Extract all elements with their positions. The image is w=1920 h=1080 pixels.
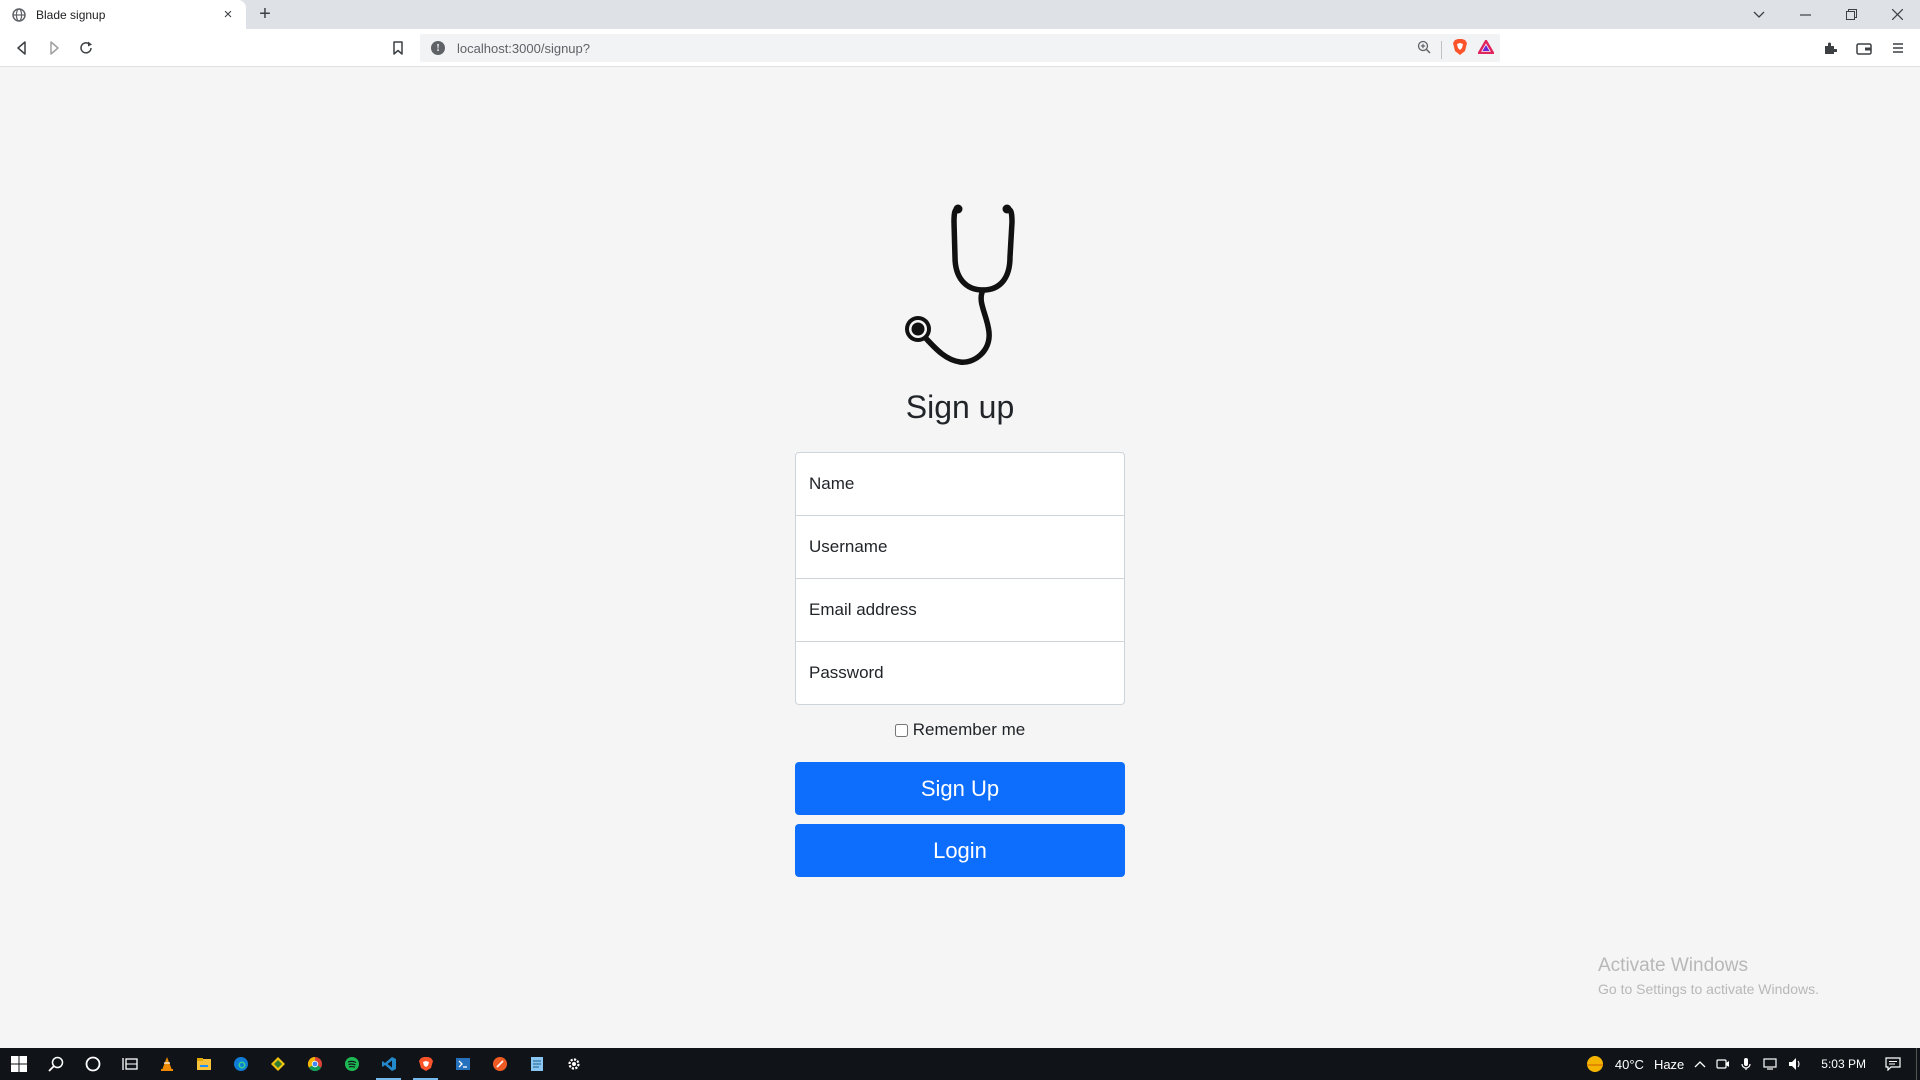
windows-start-icon[interactable]	[0, 1048, 37, 1080]
divider	[1441, 40, 1442, 59]
page-content: Sign up Remember me Sign Up Login Activa…	[0, 67, 1920, 1048]
email-field[interactable]	[795, 578, 1125, 642]
show-desktop[interactable]	[1916, 1048, 1920, 1080]
page-title: Sign up	[905, 389, 1015, 425]
forward-icon[interactable]	[43, 37, 65, 59]
close-window-icon[interactable]	[1874, 0, 1920, 29]
browser-toolbar: ! localhost:3000/signup?	[0, 29, 1920, 67]
address-bar[interactable]: ! localhost:3000/signup?	[420, 34, 1500, 62]
zoom-icon[interactable]	[1417, 40, 1431, 59]
remember-me: Remember me	[795, 720, 1125, 740]
site-info-icon[interactable]: !	[431, 41, 445, 55]
input-group	[795, 452, 1125, 705]
cortana-icon[interactable]	[74, 1048, 111, 1080]
globe-icon	[12, 7, 26, 22]
taskbar: 40°C Haze 5:03 PM	[0, 1048, 1920, 1080]
username-field[interactable]	[795, 515, 1125, 579]
microphone-icon[interactable]	[1740, 1057, 1752, 1071]
spotify-icon[interactable]	[333, 1048, 370, 1080]
bookmark-icon[interactable]	[387, 37, 409, 59]
reload-icon[interactable]	[75, 37, 97, 59]
back-icon[interactable]	[11, 37, 33, 59]
tab-title: Blade signup	[36, 7, 106, 22]
notepad-icon[interactable]	[518, 1048, 555, 1080]
watermark-subtitle: Go to Settings to activate Windows.	[1598, 981, 1819, 997]
new-tab-button[interactable]: +	[254, 3, 276, 25]
wallet-icon[interactable]	[1853, 37, 1875, 59]
tab-strip: Blade signup × +	[0, 0, 1920, 29]
edge-icon[interactable]	[222, 1048, 259, 1080]
chevron-up-icon[interactable]	[1694, 1060, 1706, 1068]
vscode-icon[interactable]	[370, 1048, 407, 1080]
menu-icon[interactable]	[1887, 37, 1909, 59]
remember-label[interactable]: Remember me	[913, 720, 1025, 740]
notifications-icon[interactable]	[1885, 1057, 1901, 1071]
signup-button[interactable]: Sign Up	[795, 762, 1125, 815]
url-text[interactable]: localhost:3000/signup?	[457, 41, 1500, 56]
login-button[interactable]: Login	[795, 824, 1125, 877]
weather-icon[interactable]	[1585, 1054, 1605, 1074]
brave-shields-icon[interactable]	[1452, 38, 1468, 61]
weather-desc[interactable]: Haze	[1654, 1057, 1684, 1072]
meet-now-icon[interactable]	[1716, 1057, 1730, 1071]
name-field[interactable]	[795, 452, 1125, 516]
brave-icon[interactable]	[407, 1048, 444, 1080]
task-view-icon[interactable]	[111, 1048, 148, 1080]
clock[interactable]: 5:03 PM	[1821, 1057, 1866, 1071]
file-explorer-icon[interactable]	[185, 1048, 222, 1080]
network-icon[interactable]	[1762, 1057, 1778, 1071]
volume-icon[interactable]	[1788, 1057, 1804, 1071]
remember-checkbox[interactable]	[894, 723, 908, 737]
vlc-icon[interactable]	[148, 1048, 185, 1080]
postman-icon[interactable]	[481, 1048, 518, 1080]
brave-rewards-icon[interactable]	[1477, 39, 1495, 59]
tab-search-icon[interactable]	[1736, 0, 1782, 29]
watermark-title: Activate Windows	[1598, 955, 1748, 976]
activation-watermark: Activate Windows Go to Settings to activ…	[1598, 955, 1819, 997]
git-icon[interactable]	[259, 1048, 296, 1080]
minimize-icon[interactable]	[1782, 0, 1828, 29]
system-tray: 40°C Haze 5:03 PM	[1580, 1048, 1920, 1080]
password-field[interactable]	[795, 641, 1125, 705]
tab-close-icon[interactable]: ×	[220, 6, 236, 23]
settings-icon[interactable]	[555, 1048, 592, 1080]
stethoscope-icon	[875, 182, 1025, 382]
restore-icon[interactable]	[1828, 0, 1874, 29]
search-icon[interactable]	[37, 1048, 74, 1080]
weather-temp[interactable]: 40°C	[1615, 1057, 1644, 1072]
browser-tab[interactable]: Blade signup ×	[0, 0, 246, 29]
extensions-icon[interactable]	[1819, 37, 1841, 59]
powershell-icon[interactable]	[444, 1048, 481, 1080]
chrome-icon[interactable]	[296, 1048, 333, 1080]
